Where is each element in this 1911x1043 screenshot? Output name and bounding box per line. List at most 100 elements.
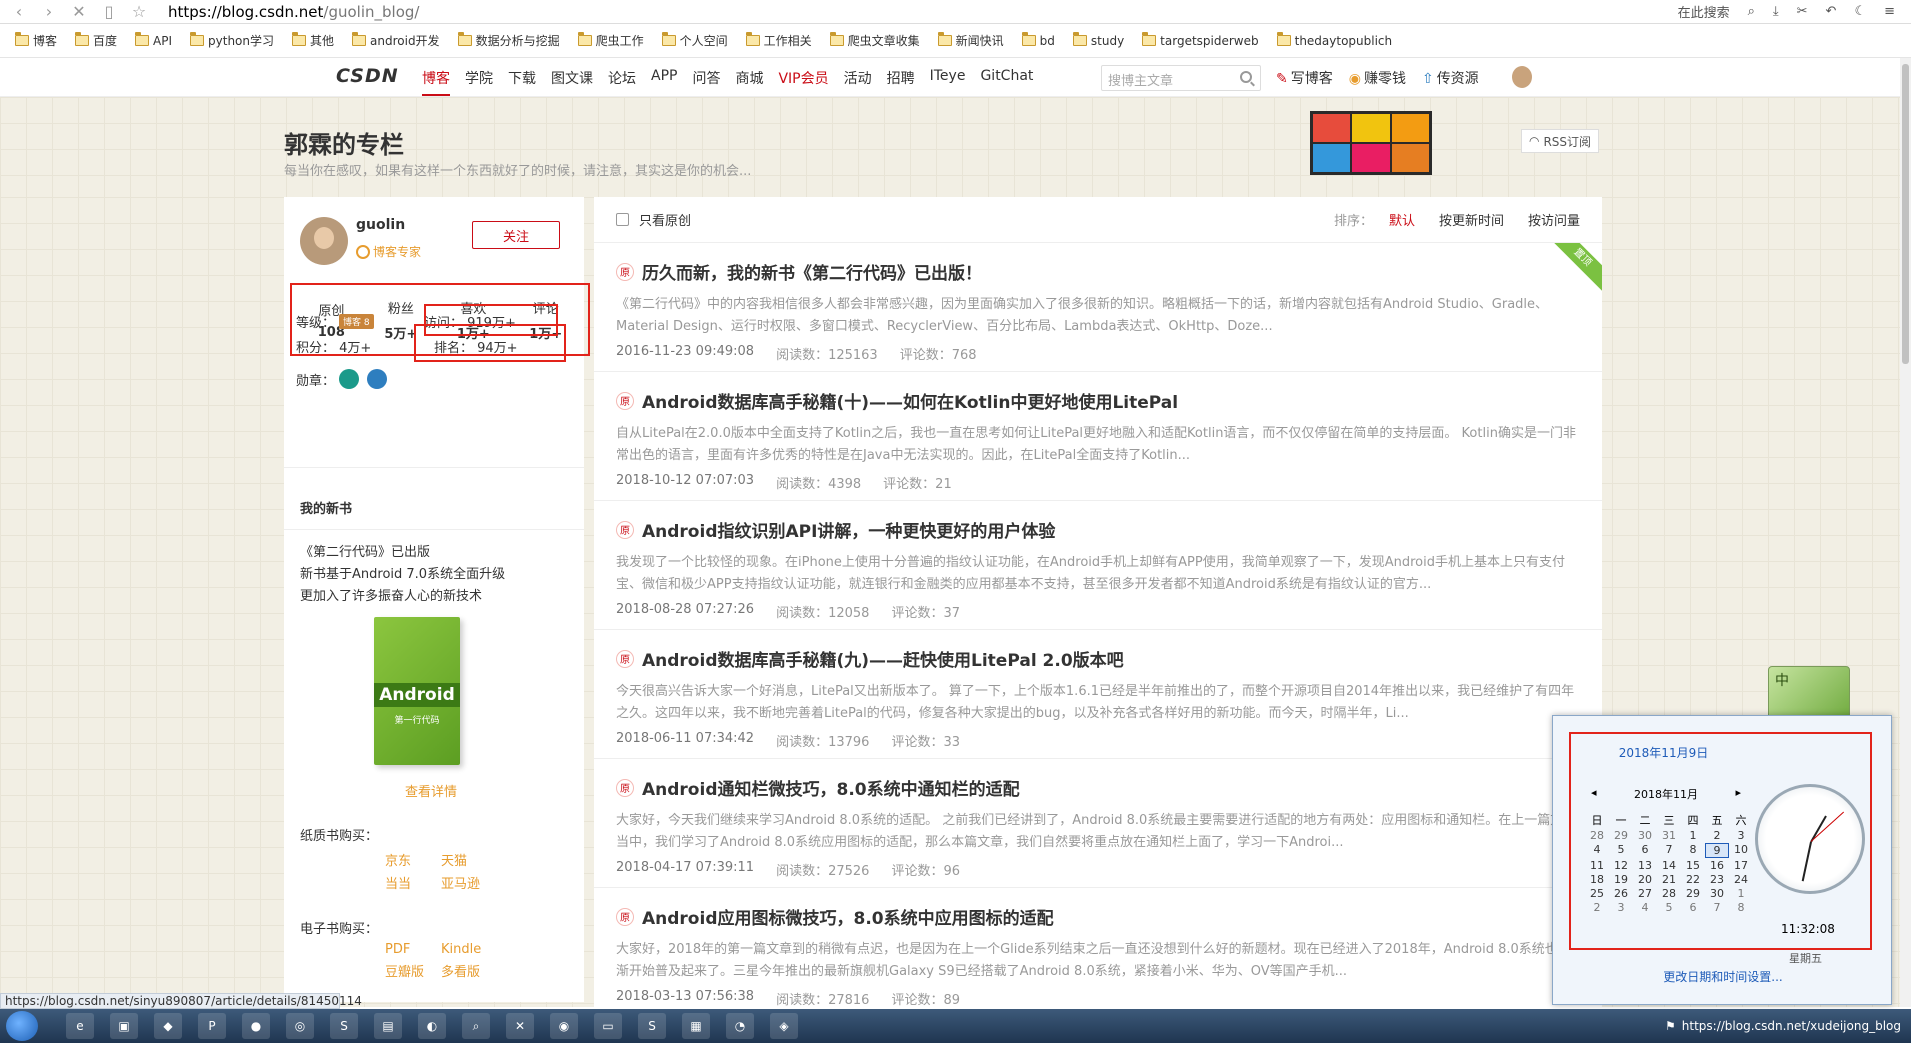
folder-icon[interactable]: ▭: [594, 1013, 622, 1039]
calendar-day[interactable]: 7: [1705, 901, 1729, 914]
buy-link[interactable]: 豆瓣版: [385, 961, 441, 980]
bookmark-item[interactable]: API: [126, 32, 181, 48]
calendar-day[interactable]: 29: [1681, 887, 1705, 900]
calendar-day[interactable]: 9: [1705, 843, 1729, 858]
bookmark-item[interactable]: 百度: [66, 32, 126, 49]
address-field[interactable]: https://blog.csdn.net/guolin_blog/: [168, 3, 419, 21]
search-app-icon[interactable]: ⌕: [462, 1013, 490, 1039]
nav-item[interactable]: 问答: [692, 68, 720, 96]
calendar-day[interactable]: 30: [1633, 829, 1657, 842]
cut-icon[interactable]: ✂: [1797, 4, 1808, 19]
only-original-label[interactable]: 只看原创: [639, 210, 691, 229]
chrome-icon[interactable]: ◉: [550, 1013, 578, 1039]
article-comments[interactable]: 评论数：33: [891, 731, 960, 750]
article-comments[interactable]: 评论数：21: [883, 473, 952, 492]
calendar-day[interactable]: 22: [1681, 873, 1705, 886]
qq-icon[interactable]: ●: [242, 1013, 270, 1039]
nav-item[interactable]: ITeye: [930, 68, 966, 96]
back-icon[interactable]: ‹: [10, 2, 28, 21]
undo-icon[interactable]: ↶: [1826, 4, 1837, 19]
blog-search-input[interactable]: 搜博主文章: [1101, 65, 1261, 91]
nav-item[interactable]: 图文课: [551, 68, 593, 96]
buy-link[interactable]: Kindle: [441, 942, 497, 957]
bookmark-item[interactable]: bd: [1013, 32, 1064, 48]
nav-item[interactable]: 论坛: [608, 68, 636, 96]
calendar-day[interactable]: 31: [1657, 829, 1681, 842]
only-original-checkbox[interactable]: [616, 213, 629, 226]
calendar-day[interactable]: 27: [1633, 887, 1657, 900]
article-title[interactable]: 原 Android通知栏微技巧，8.0系统中通知栏的适配: [616, 775, 1580, 800]
bookmark-item[interactable]: 个人空间: [653, 32, 737, 49]
calendar-day[interactable]: 6: [1633, 843, 1657, 858]
calendar-day[interactable]: 28: [1585, 829, 1609, 842]
search-icon[interactable]: ⌕: [1748, 4, 1755, 19]
page-scrollbar[interactable]: [1900, 58, 1911, 1007]
nav-item[interactable]: VIP会员: [778, 68, 828, 96]
vm-icon[interactable]: ◈: [770, 1013, 798, 1039]
calendar-day[interactable]: 6: [1681, 901, 1705, 914]
calendar-day[interactable]: 4: [1633, 901, 1657, 914]
calendar-day[interactable]: 2: [1585, 901, 1609, 914]
scrollbar-thumb[interactable]: [1902, 64, 1909, 364]
bookmark-item[interactable]: 爬虫文章收集: [821, 32, 929, 49]
calendar-day[interactable]: 13: [1633, 859, 1657, 872]
nav-item[interactable]: APP: [651, 68, 677, 96]
earn-money-button[interactable]: ◉ 赚零钱: [1349, 68, 1406, 88]
bookmark-item[interactable]: 数据分析与挖掘: [449, 32, 569, 49]
calendar-day[interactable]: 4: [1585, 843, 1609, 858]
article-comments[interactable]: 评论数：768: [900, 344, 977, 363]
article-comments[interactable]: 评论数：89: [891, 989, 960, 1007]
calendar-day[interactable]: 14: [1657, 859, 1681, 872]
calendar-day[interactable]: 20: [1633, 873, 1657, 886]
article-title[interactable]: 原 Android数据库高手秘籍(九)——赶快使用LitePal 2.0版本吧: [616, 646, 1580, 671]
explorer-icon[interactable]: ▣: [110, 1013, 138, 1039]
calendar-full-date[interactable]: 2018年11月9日: [1571, 744, 1756, 761]
article-summary[interactable]: 《第二行代码》中的内容我相信很多人都会非常感兴趣，因为里面确实加入了很多很新的知…: [616, 294, 1580, 338]
bookmark-item[interactable]: thedaytopublich: [1268, 32, 1402, 48]
calendar-day[interactable]: 24: [1729, 873, 1753, 886]
calendar-day[interactable]: 29: [1609, 829, 1633, 842]
android-icon[interactable]: ◆: [154, 1013, 182, 1039]
calendar-day[interactable]: 16: [1705, 859, 1729, 872]
night-mode-icon[interactable]: ☾: [1854, 4, 1866, 19]
article-summary[interactable]: 今天很高兴告诉大家一个好消息，LitePal又出新版本了。 算了一下，上个版本1…: [616, 681, 1580, 725]
calendar-day[interactable]: 25: [1585, 887, 1609, 900]
search-icon[interactable]: [1240, 71, 1252, 83]
article-title[interactable]: 原历久而新，我的新书《第二行代码》已出版！: [616, 259, 1580, 284]
change-datetime-link[interactable]: 更改日期和时间设置...: [1553, 968, 1893, 985]
calendar-day[interactable]: 3: [1609, 901, 1633, 914]
app-icon[interactable]: ◐: [418, 1013, 446, 1039]
calendar-day[interactable]: 1: [1681, 829, 1705, 842]
calendar-day[interactable]: 1: [1729, 887, 1753, 900]
username[interactable]: guolin: [356, 217, 405, 233]
bookmark-item[interactable]: 工作相关: [737, 32, 821, 49]
bookmark-item[interactable]: python学习: [181, 32, 283, 49]
article-summary[interactable]: 大家好，2018年的第一篇文章到的稍微有点迟，也是因为在上一个Glide系列结束…: [616, 939, 1580, 983]
buy-link[interactable]: 多看版: [441, 961, 497, 980]
next-month-icon[interactable]: ▸: [1735, 786, 1741, 802]
nav-item[interactable]: 活动: [844, 68, 872, 96]
search-engine-label[interactable]: 在此搜索: [1678, 2, 1730, 21]
nav-item[interactable]: 学院: [465, 68, 493, 96]
xmind-icon[interactable]: ✕: [506, 1013, 534, 1039]
article-title[interactable]: 原 Android应用图标微技巧，8.0系统中应用图标的适配: [616, 904, 1580, 929]
calendar-day[interactable]: 30: [1705, 887, 1729, 900]
wechat-icon[interactable]: ◔: [726, 1013, 754, 1039]
notepad-icon[interactable]: ▤: [374, 1013, 402, 1039]
calendar-day[interactable]: 7: [1657, 843, 1681, 858]
calendar-day[interactable]: 26: [1609, 887, 1633, 900]
calendar-day[interactable]: 5: [1609, 843, 1633, 858]
write-blog-button[interactable]: ✎ 写博客: [1276, 68, 1333, 88]
stop-icon[interactable]: ✕: [70, 2, 88, 21]
bookmark-item[interactable]: android开发: [343, 32, 449, 49]
browser-icon[interactable]: ◎: [286, 1013, 314, 1039]
buy-link[interactable]: 当当: [385, 873, 441, 892]
star-icon[interactable]: ☆: [130, 2, 148, 21]
sogou-icon[interactable]: S: [638, 1013, 666, 1039]
article-comments[interactable]: 评论数：37: [891, 602, 960, 621]
upload-button[interactable]: ⇧ 传资源: [1422, 68, 1479, 88]
avatar[interactable]: [300, 217, 348, 265]
article-comments[interactable]: 评论数：96: [891, 860, 960, 879]
article-title[interactable]: 原 Android指纹识别API讲解，一种更快更好的用户体验: [616, 517, 1580, 542]
medal-icon[interactable]: [339, 369, 360, 389]
